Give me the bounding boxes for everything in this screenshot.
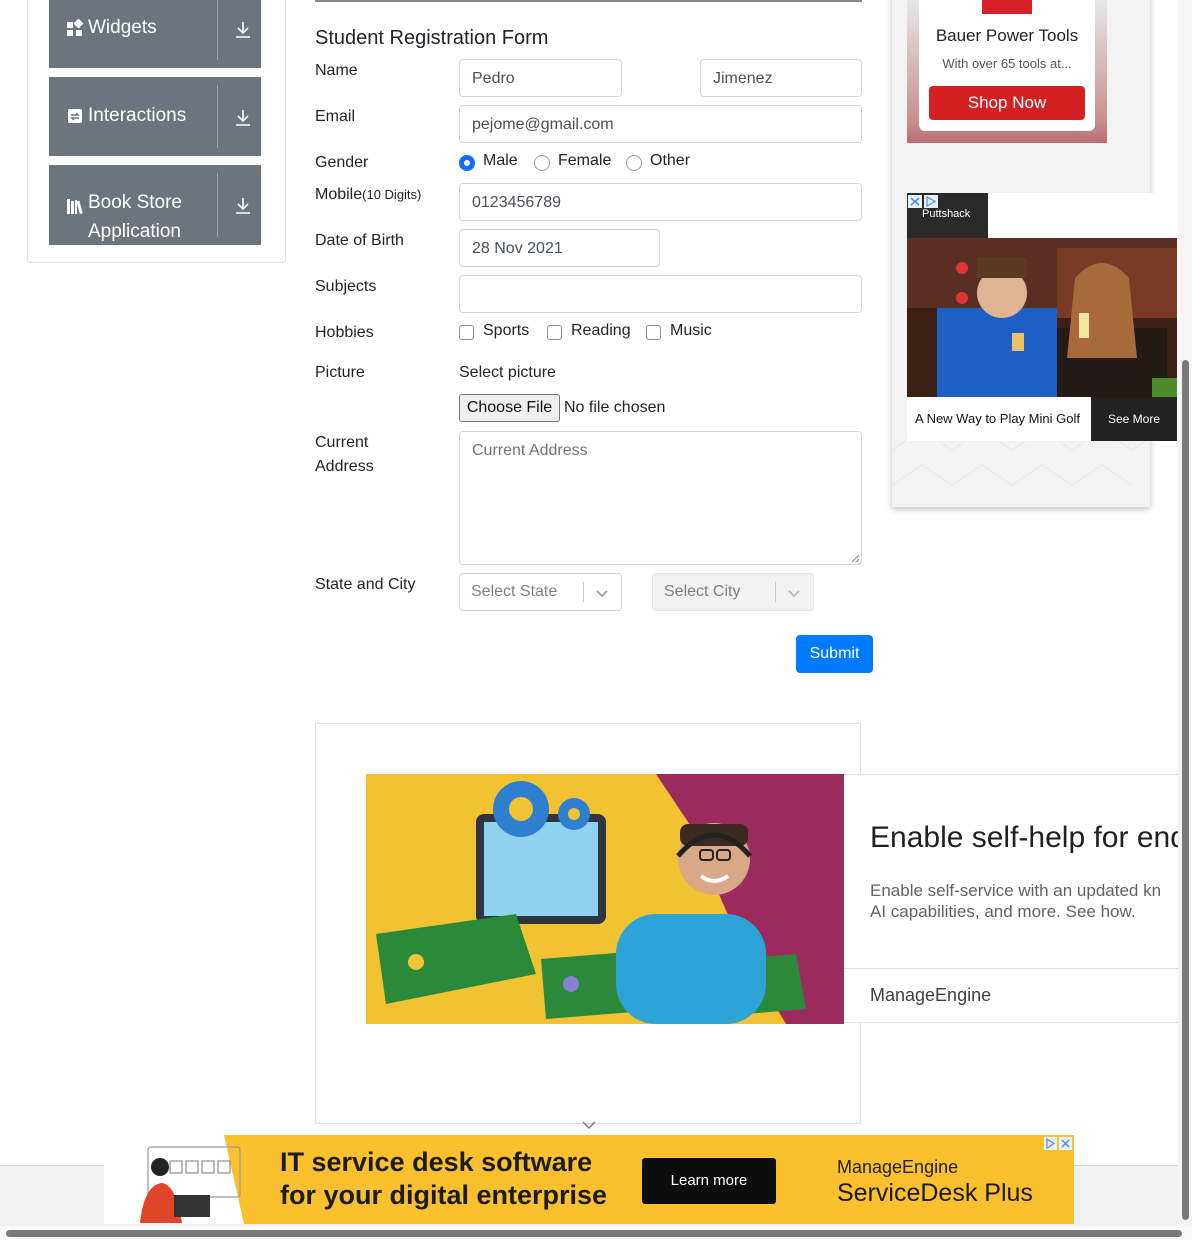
state-select[interactable]: Select State <box>459 573 622 611</box>
horizontal-scrollbar-thumb[interactable] <box>6 1230 1182 1237</box>
chevron-down-icon <box>788 590 800 598</box>
chevron-down-icon[interactable] <box>582 1120 596 1130</box>
resize-handle-icon[interactable] <box>851 554 860 563</box>
banner-product: ServiceDesk Plus <box>837 1179 1033 1207</box>
last-name-input[interactable]: Jimenez <box>700 59 862 97</box>
hobby-sports-label[interactable]: Sports <box>483 322 529 340</box>
gender-radio-female[interactable] <box>534 155 550 171</box>
gender-male-label[interactable]: Male <box>483 152 518 170</box>
first-name-input[interactable]: Pedro <box>459 59 622 97</box>
mid-ad-body-line: Enable self-service with an updated kn <box>870 881 1162 900</box>
see-more-button[interactable]: See More <box>1091 397 1177 441</box>
sidebar-group-interactions[interactable]: Interactions <box>49 77 261 156</box>
widgets-icon <box>67 19 84 36</box>
picture-label: Picture <box>315 364 365 381</box>
divider <box>844 968 1179 969</box>
dob-label: Date of Birth <box>315 232 404 249</box>
hobbies-label: Hobbies <box>315 324 374 341</box>
manageengine-ad-image[interactable] <box>366 774 844 1024</box>
ad-choices-icon[interactable] <box>1044 1137 1072 1150</box>
gender-female-label[interactable]: Female <box>558 152 611 170</box>
banner-brand: ManageEngine <box>837 1157 959 1177</box>
hobby-music-label[interactable]: Music <box>670 322 712 340</box>
divider <box>217 0 218 60</box>
gender-radio-other[interactable] <box>626 155 642 171</box>
mobile-hint: (10 Digits) <box>362 187 422 202</box>
gender-label: Gender <box>315 154 369 171</box>
date-of-birth-input[interactable]: 28 Nov 2021 <box>459 229 660 267</box>
mid-ad-body-line: AI capabilities, and more. See how. <box>870 902 1136 921</box>
state-city-label: State and City <box>315 576 416 593</box>
divider <box>583 582 584 602</box>
hobby-reading-checkbox[interactable] <box>547 325 562 340</box>
divider <box>217 173 218 237</box>
download-icon <box>236 198 250 214</box>
mid-ad-brand[interactable]: ManageEngine <box>870 985 991 1006</box>
address-label: Current <box>315 434 369 451</box>
mid-ad-headline[interactable]: Enable self-help for end <box>870 821 1179 855</box>
banner-headline-line: IT service desk software <box>280 1147 593 1177</box>
no-file-text: No file chosen <box>564 399 666 416</box>
banner-headline-line: for your digital enterprise <box>280 1180 608 1210</box>
address-label: Address <box>315 458 374 475</box>
name-label: Name <box>315 62 358 79</box>
submit-button[interactable]: Submit <box>796 635 873 673</box>
divider <box>775 582 776 602</box>
gender-other-label[interactable]: Other <box>650 152 690 170</box>
bauer-ad-title[interactable]: Bauer Power Tools <box>919 26 1095 46</box>
download-icon <box>236 110 250 126</box>
servicedesk-banner-ad[interactable]: IT service desk software for your digita… <box>104 1135 1074 1224</box>
state-select-placeholder: Select State <box>471 583 558 600</box>
bauer-ad-subtitle: With over 65 tools at... <box>942 56 1072 71</box>
books-icon <box>67 199 83 215</box>
current-address-textarea[interactable]: Current Address <box>459 431 862 565</box>
city-select[interactable]: Select City <box>652 573 814 611</box>
divider <box>217 85 218 148</box>
ad-choices-icon[interactable] <box>908 195 938 208</box>
sidebar-group-label: Application <box>88 221 181 242</box>
choose-file-button[interactable]: Choose File <box>459 394 560 422</box>
download-icon <box>236 22 250 38</box>
select-picture-label: Select picture <box>459 364 556 381</box>
chevron-down-icon <box>596 590 608 598</box>
vertical-scrollbar-thumb[interactable] <box>1182 360 1189 1220</box>
hobby-music-checkbox[interactable] <box>646 325 661 340</box>
mobile-input[interactable]: 0123456789 <box>459 183 862 221</box>
puttshack-brand: Puttshack <box>922 208 971 220</box>
hobby-sports-checkbox[interactable] <box>459 325 474 340</box>
shop-now-button[interactable]: Shop Now <box>929 86 1085 120</box>
sidebar-group-widgets[interactable]: Widgets <box>49 0 261 68</box>
mobile-label: Mobile(10 Digits) <box>315 183 421 207</box>
city-select-placeholder: Select City <box>664 583 741 600</box>
sidebar-group-book-store[interactable]: Book Store Application <box>49 165 261 245</box>
puttshack-caption: A New Way to Play Mini Golf <box>915 411 1080 426</box>
sidebar-group-label: Book Store <box>88 192 182 213</box>
subjects-label: Subjects <box>315 278 377 295</box>
pattern-background <box>892 430 1150 486</box>
hobby-reading-label[interactable]: Reading <box>571 322 631 340</box>
manageengine-ad-text[interactable]: Enable self-help for end Enable self-ser… <box>844 774 1180 1023</box>
divider <box>315 0 862 2</box>
subjects-input[interactable] <box>459 275 862 313</box>
email-input[interactable]: pejome@gmail.com <box>459 105 862 143</box>
gender-radio-male[interactable] <box>459 155 475 171</box>
email-label: Email <box>315 108 356 125</box>
learn-more-button[interactable]: Learn more <box>642 1158 776 1204</box>
bauer-logo <box>982 0 1032 14</box>
mobile-label-text: Mobile <box>315 186 363 203</box>
sidebar-group-label: Interactions <box>88 105 187 126</box>
sidebar-group-label: Widgets <box>88 17 157 38</box>
banner-illustration <box>104 1135 274 1224</box>
interactions-icon <box>68 109 82 123</box>
form-title: Student Registration Form <box>315 27 549 49</box>
puttshack-ad-image[interactable] <box>907 238 1177 397</box>
mid-ad-body: Enable self-service with an updated kn A… <box>870 880 1179 922</box>
